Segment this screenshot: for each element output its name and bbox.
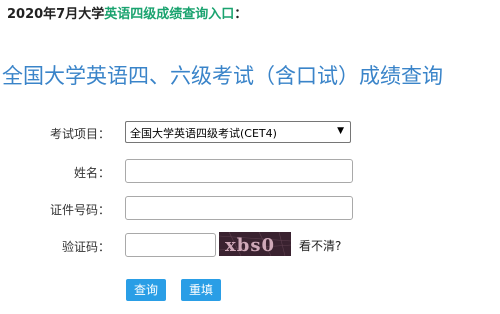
exam-item-label: 考试项目：	[49, 127, 110, 141]
query-button[interactable]: 查询	[126, 279, 167, 301]
headline-suffix: ：	[234, 7, 248, 22]
reset-button[interactable]: 重填	[181, 279, 222, 301]
refresh-captcha-link[interactable]: 看不清?	[299, 237, 341, 254]
headline: 2020年7月大学英语四级成绩查询入口：	[7, 3, 247, 22]
name-input[interactable]	[125, 159, 353, 183]
captcha-image[interactable]: xbs0	[219, 232, 291, 256]
page-title: 全国大学英语四、六级考试（含口试）成绩查询	[2, 64, 443, 88]
cet4-query-link[interactable]: 英语四级成绩查询入口	[104, 7, 234, 22]
id-number-input[interactable]	[125, 196, 353, 220]
captcha-label: 验证码：	[61, 240, 110, 254]
exam-item-select[interactable]: 全国大学英语四级考试(CET4) ▼	[125, 121, 351, 143]
name-label: 姓名：	[73, 166, 110, 180]
captcha-text: xbs0	[225, 235, 275, 256]
captcha-input[interactable]	[125, 233, 216, 257]
chevron-down-icon: ▼	[337, 126, 344, 136]
headline-prefix: 2020年7月大学	[7, 7, 105, 22]
id-number-label: 证件号码：	[49, 203, 110, 217]
exam-item-selected-value: 全国大学英语四级考试(CET4)	[130, 127, 277, 140]
